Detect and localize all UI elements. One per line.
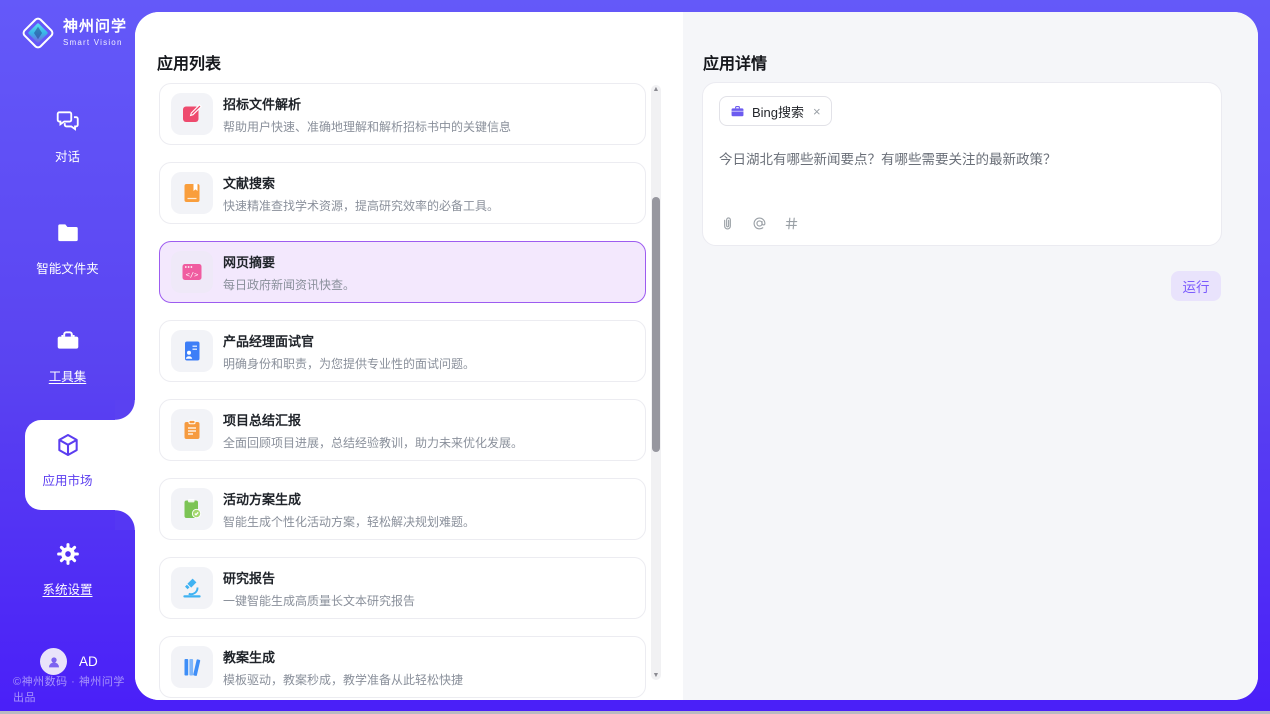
app-card-description: 一键智能生成高质量长文本研究报告 xyxy=(223,592,415,609)
sidebar-item-label: 智能文件夹 xyxy=(0,258,135,277)
gear-icon xyxy=(55,554,81,571)
app-card-bid-parse[interactable]: 招标文件解析帮助用户快速、准确地理解和解析招标书中的关键信息 xyxy=(159,83,646,145)
query-input[interactable]: 今日湖北有哪些新闻要点？有哪些需要关注的最新政策？ xyxy=(719,150,1205,170)
app-card-title: 网页摘要 xyxy=(223,252,355,271)
app-card-description: 明确身份和职责，为您提供专业性的面试问题。 xyxy=(223,355,475,372)
sidebar-item-settings[interactable]: 系统设置 xyxy=(0,541,135,598)
app-card-description: 智能生成个性化活动方案，轻松解决规划难题。 xyxy=(223,513,475,530)
scrollbar-up-arrow[interactable]: ▲ xyxy=(651,86,661,93)
sidebar-item-chat[interactable]: 对话 xyxy=(0,108,135,165)
tool-chip-label: Bing搜索 xyxy=(752,102,804,121)
sidebar-item-label: 对话 xyxy=(0,146,135,165)
sidebar-item-folders[interactable]: 智能文件夹 xyxy=(0,220,135,277)
clipboard-icon xyxy=(171,409,213,451)
app-card-lesson-plan[interactable]: 教案生成模板驱动，教案秒成，教学准备从此轻松快捷 xyxy=(159,636,646,698)
app-card-title: 文献搜索 xyxy=(223,173,499,192)
interview-icon xyxy=(171,330,213,372)
app-detail-panel: 应用详情 Bing搜索 × 今日湖北有哪些新闻要点？有哪些需要关注的最新政策？ … xyxy=(683,12,1258,700)
sidebar-item-label: 系统设置 xyxy=(0,579,135,598)
run-button[interactable]: 运行 xyxy=(1171,271,1221,301)
input-toolbar xyxy=(719,215,800,232)
copyright-text: ©神州数码 · 神州问学出品 xyxy=(13,673,135,705)
app-card-web-summary[interactable]: </> 网页摘要每日政府新闻资讯快查。 xyxy=(159,241,646,303)
app-card-title: 招标文件解析 xyxy=(223,94,511,113)
app-list-panel: 应用列表 招标文件解析帮助用户快速、准确地理解和解析招标书中的关键信息文献搜索快… xyxy=(135,12,683,700)
diamond-logo-icon xyxy=(20,15,56,51)
app-card-title: 教案生成 xyxy=(223,647,463,666)
cube-icon xyxy=(55,445,81,462)
app-card-title: 研究报告 xyxy=(223,568,415,587)
query-card: Bing搜索 × 今日湖北有哪些新闻要点？有哪些需要关注的最新政策？ xyxy=(702,82,1222,246)
app-card-title: 活动方案生成 xyxy=(223,489,475,508)
sidebar: 神州问学 Smart Vision 对话智能文件夹工具集应用市场系统设置 AD … xyxy=(0,0,135,714)
briefcase-icon xyxy=(730,104,745,119)
brand-subtitle: Smart Vision xyxy=(63,38,127,47)
app-card-description: 模板驱动，教案秒成，教学准备从此轻松快捷 xyxy=(223,671,463,688)
main-content: 应用列表 招标文件解析帮助用户快速、准确地理解和解析招标书中的关键信息文献搜索快… xyxy=(135,12,1258,700)
pen-icon xyxy=(171,93,213,135)
scrollbar-track[interactable]: ▲ ▼ xyxy=(651,85,661,680)
chat-icon xyxy=(55,121,81,138)
app-card-event-plan[interactable]: 活动方案生成智能生成个性化活动方案，轻松解决规划难题。 xyxy=(159,478,646,540)
folder-icon xyxy=(55,233,81,250)
svg-text:</>: </> xyxy=(186,271,199,279)
app-card-title: 产品经理面试官 xyxy=(223,331,475,350)
app-card-description: 快速精准查找学术资源，提高研究效率的必备工具。 xyxy=(223,197,499,214)
toolbox-icon xyxy=(55,341,81,358)
chip-close-icon[interactable]: × xyxy=(813,104,821,119)
scrollbar-thumb[interactable] xyxy=(652,197,660,452)
brand-name: 神州问学 xyxy=(63,19,127,36)
scrollbar-down-arrow[interactable]: ▼ xyxy=(651,672,661,679)
app-card-pm-interviewer[interactable]: 产品经理面试官明确身份和职责，为您提供专业性的面试问题。 xyxy=(159,320,646,382)
app-card-project-summary[interactable]: 项目总结汇报全面回顾项目进展，总结经验教训，助力未来优化发展。 xyxy=(159,399,646,461)
bump-curve-top xyxy=(115,400,135,420)
app-list: 招标文件解析帮助用户快速、准确地理解和解析招标书中的关键信息文献搜索快速精准查找… xyxy=(159,83,646,700)
browser-icon: </> xyxy=(171,251,213,293)
user-account[interactable]: AD xyxy=(40,648,98,675)
app-list-title: 应用列表 xyxy=(157,50,221,74)
person-icon xyxy=(46,654,62,670)
microscope-icon xyxy=(171,567,213,609)
app-card-description: 全面回顾项目进展，总结经验教训，助力未来优化发展。 xyxy=(223,434,523,451)
brand-logo: 神州问学 Smart Vision xyxy=(20,15,127,51)
app-detail-title: 应用详情 xyxy=(703,50,767,74)
book-icon xyxy=(171,172,213,214)
at-icon[interactable] xyxy=(751,215,768,232)
clipboard-check-icon xyxy=(171,488,213,530)
app-card-description: 帮助用户快速、准确地理解和解析招标书中的关键信息 xyxy=(223,118,511,135)
tool-chip-bing-search[interactable]: Bing搜索 × xyxy=(719,96,832,126)
books-icon xyxy=(171,646,213,688)
app-card-title: 项目总结汇报 xyxy=(223,410,523,429)
app-card-literature[interactable]: 文献搜索快速精准查找学术资源，提高研究效率的必备工具。 xyxy=(159,162,646,224)
sidebar-item-label: 工具集 xyxy=(0,366,135,385)
hash-icon[interactable] xyxy=(783,215,800,232)
avatar xyxy=(40,648,67,675)
sidebar-item-label: 应用市场 xyxy=(0,470,135,489)
user-initials: AD xyxy=(79,654,98,669)
app-card-research-report[interactable]: 研究报告一键智能生成高质量长文本研究报告 xyxy=(159,557,646,619)
sidebar-item-market[interactable]: 应用市场 xyxy=(0,432,135,489)
sidebar-item-tools[interactable]: 工具集 xyxy=(0,328,135,385)
bump-curve-bottom xyxy=(115,510,135,530)
app-card-description: 每日政府新闻资讯快查。 xyxy=(223,276,355,293)
paperclip-icon[interactable] xyxy=(719,215,736,232)
